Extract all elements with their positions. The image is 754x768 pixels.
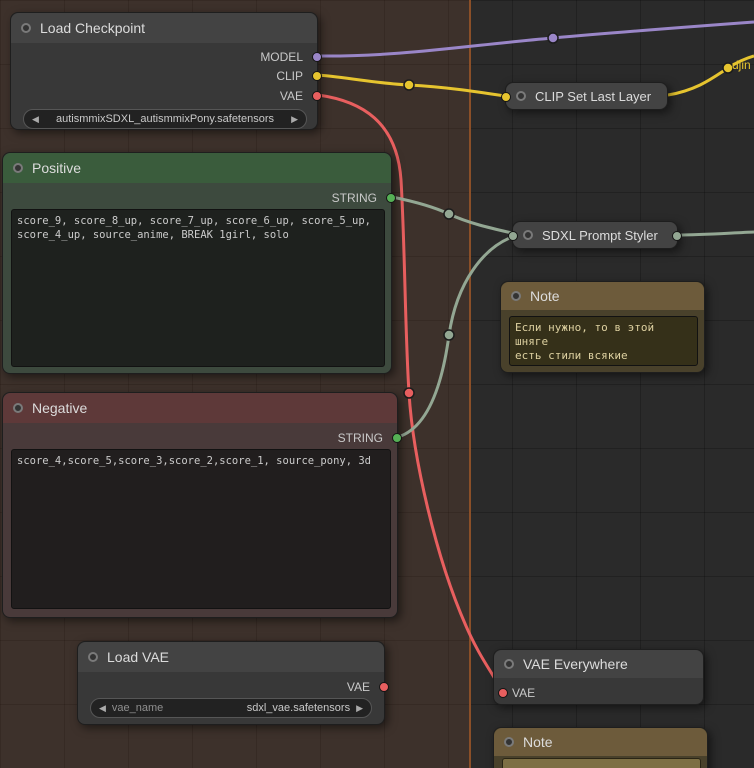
collapse-dot[interactable]	[516, 91, 526, 101]
node-title: Load Checkpoint	[40, 20, 145, 36]
text-input-slot-dot[interactable]	[508, 231, 518, 241]
node-title: Load VAE	[107, 649, 169, 665]
output-slot-model[interactable]: MODEL	[260, 49, 317, 65]
node-title-bar: SDXL Prompt Styler	[513, 222, 677, 248]
node-title-bar: Positive	[3, 153, 391, 183]
offscreen-node-label: djin	[732, 58, 751, 72]
node-note-bottom[interactable]: Note	[493, 727, 708, 768]
output-label-string: STRING	[332, 191, 377, 205]
collapse-dot[interactable]	[13, 403, 23, 413]
output-label-clip: CLIP	[276, 69, 303, 83]
node-title: SDXL Prompt Styler	[542, 228, 658, 243]
node-title: Note	[523, 734, 553, 750]
node-sdxl-prompt-styler[interactable]: SDXL Prompt Styler	[512, 221, 678, 249]
node-title-bar: Note	[501, 282, 704, 310]
vae-name-widget[interactable]: ◀ vae_name sdxl_vae.safetensors ▶	[90, 698, 372, 718]
output-label-vae: VAE	[280, 89, 303, 103]
ckpt-name-value: autismmixSDXL_autismmixPony.safetensors	[45, 113, 285, 125]
node-note-styles[interactable]: Note Если нужно, то в этой шняге есть ст…	[500, 281, 705, 373]
node-title: Negative	[32, 400, 87, 416]
collapse-dot[interactable]	[504, 737, 514, 747]
node-load-checkpoint[interactable]: Load Checkpoint MODEL CLIP VAE ◀ autismm…	[10, 12, 318, 130]
output-slot-vae[interactable]: VAE	[347, 679, 384, 695]
next-arrow-icon[interactable]: ▶	[291, 114, 298, 125]
note-textarea[interactable]: Если нужно, то в этой шняге есть стили в…	[509, 316, 698, 366]
link-dot-clip	[404, 80, 414, 90]
positive-prompt-textarea[interactable]: score_9, score_8_up, score_7_up, score_6…	[11, 209, 385, 367]
note-textarea[interactable]	[502, 758, 701, 768]
node-title: Positive	[32, 160, 81, 176]
node-title-bar: Load Checkpoint	[11, 13, 317, 43]
output-label-string: STRING	[338, 431, 383, 445]
styled-output-slot-dot[interactable]	[672, 231, 682, 241]
link-dot-negative	[444, 330, 454, 340]
node-positive-prompt[interactable]: Positive STRING score_9, score_8_up, sco…	[2, 152, 392, 374]
node-load-vae[interactable]: Load VAE VAE ◀ vae_name sdxl_vae.safeten…	[77, 641, 385, 725]
link-dot-model	[548, 33, 558, 43]
output-slot-string[interactable]: STRING	[332, 190, 391, 206]
node-title-bar: CLIP Set Last Layer	[506, 83, 667, 109]
output-slot-vae[interactable]: VAE	[280, 88, 317, 104]
output-label-model: MODEL	[260, 50, 303, 64]
prev-arrow-icon[interactable]: ◀	[32, 114, 39, 125]
vae-input-slot-dot[interactable]	[498, 688, 508, 698]
collapse-dot[interactable]	[21, 23, 31, 33]
negative-prompt-textarea[interactable]: score_4,score_5,score_3,score_2,score_1,…	[11, 449, 391, 609]
clip-slot-dot[interactable]	[312, 71, 322, 81]
collapse-dot[interactable]	[523, 230, 533, 240]
node-title: Note	[530, 288, 560, 304]
output-slot-clip[interactable]: CLIP	[276, 68, 317, 84]
collapse-dot[interactable]	[88, 652, 98, 662]
collapse-dot[interactable]	[13, 163, 23, 173]
model-slot-dot[interactable]	[312, 52, 322, 62]
string-slot-dot[interactable]	[386, 193, 396, 203]
node-title: CLIP Set Last Layer	[535, 89, 651, 104]
node-title-bar: Load VAE	[78, 642, 384, 672]
wire-styler-out	[678, 232, 754, 235]
node-negative-prompt[interactable]: Negative STRING score_4,score_5,score_3,…	[2, 392, 398, 618]
vae-slot-dot[interactable]	[312, 91, 322, 101]
collapse-dot[interactable]	[511, 291, 521, 301]
widget-name: vae_name	[112, 702, 163, 714]
link-dot-positive	[444, 209, 454, 219]
string-slot-dot[interactable]	[392, 433, 402, 443]
prev-arrow-icon[interactable]: ◀	[99, 703, 106, 714]
collapse-dot[interactable]	[504, 659, 514, 669]
vae-slot-dot[interactable]	[379, 682, 389, 692]
link-dot-vae	[404, 388, 414, 398]
node-title-bar: Note	[494, 728, 707, 756]
next-arrow-icon[interactable]: ▶	[356, 703, 363, 714]
clip-input-slot-dot[interactable]	[501, 92, 511, 102]
node-clip-set-last-layer[interactable]: CLIP Set Last Layer	[505, 82, 668, 110]
output-slot-string[interactable]: STRING	[338, 430, 397, 446]
wire-model	[318, 22, 754, 56]
wire-negative-string	[398, 237, 512, 437]
graph-canvas[interactable]: Load Checkpoint MODEL CLIP VAE ◀ autismm…	[0, 0, 754, 768]
input-label-vae: VAE	[512, 686, 535, 700]
vae-name-value: sdxl_vae.safetensors	[169, 702, 350, 714]
output-label-vae: VAE	[347, 680, 370, 694]
node-vae-everywhere[interactable]: VAE Everywhere VAE	[493, 649, 704, 705]
node-title: VAE Everywhere	[523, 656, 628, 672]
node-title-bar: Negative	[3, 393, 397, 423]
input-slot-vae[interactable]: VAE	[494, 685, 535, 701]
ckpt-name-widget[interactable]: ◀ autismmixSDXL_autismmixPony.safetensor…	[23, 109, 307, 129]
node-title-bar: VAE Everywhere	[494, 650, 703, 678]
